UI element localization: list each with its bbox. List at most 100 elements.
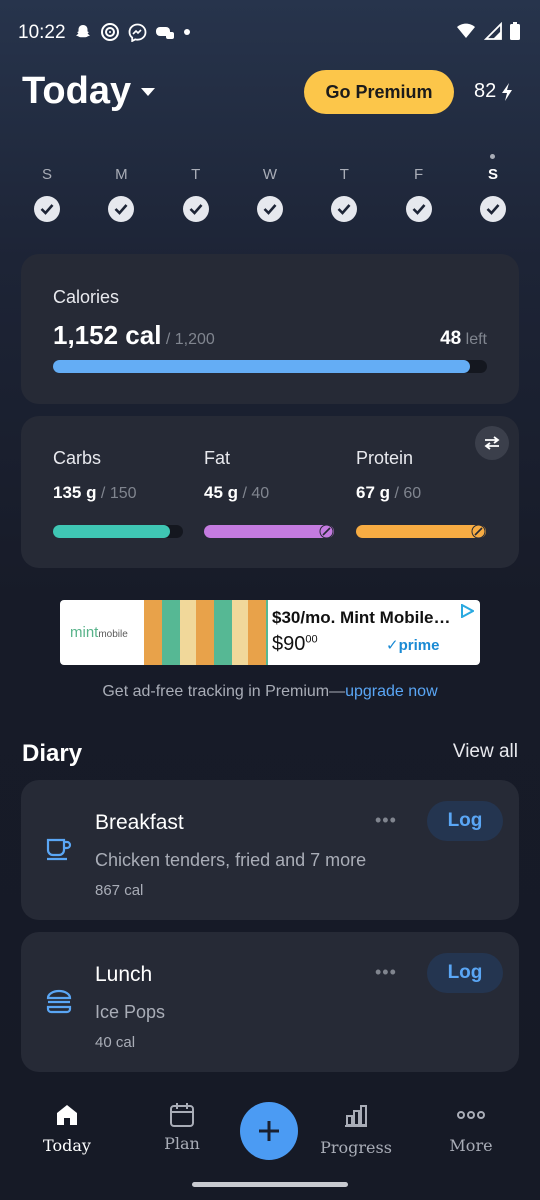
- nav-plan-label: Plan: [164, 1134, 200, 1153]
- today-indicator-dot: [490, 154, 496, 159]
- macro-progress-fill: [204, 525, 334, 538]
- day-letter: S: [487, 166, 498, 183]
- day-letter: F: [414, 166, 424, 183]
- checkmark-icon: [331, 196, 358, 222]
- day-letter: S: [41, 166, 52, 183]
- calories-progress-bar: [53, 360, 487, 373]
- checkmark-icon: [108, 196, 135, 222]
- meal-options-button[interactable]: •••: [375, 962, 397, 983]
- go-premium-button[interactable]: Go Premium: [304, 70, 454, 114]
- calories-label: Calories: [53, 287, 120, 307]
- macro-name: Protein: [356, 448, 414, 468]
- macro-progress-bar: [204, 524, 334, 539]
- ad-price: $9000: [272, 633, 318, 655]
- macro-progress-bar: [53, 525, 183, 538]
- macro-protein: Protein 67 g / 60: [356, 448, 486, 539]
- checkmark-icon: [182, 196, 209, 222]
- nav-plan[interactable]: Plan: [137, 1102, 227, 1153]
- macro-value: 67 g / 60: [356, 483, 422, 502]
- meal-card-breakfast[interactable]: Breakfast ••• Log Chicken tenders, fried…: [21, 780, 519, 920]
- day-letter: T: [339, 166, 349, 183]
- ad-choices-icon[interactable]: [460, 604, 474, 618]
- meal-name: Breakfast: [95, 811, 184, 834]
- calories-progress-fill: [53, 360, 470, 373]
- checkmark-icon: [34, 196, 60, 222]
- premium-upsell: Get ad-free tracking in Premium—upgrade …: [0, 683, 540, 701]
- more-dots-icon: [457, 1111, 485, 1119]
- macro-value: 135 g / 150: [53, 483, 137, 502]
- streak-count: 82: [474, 80, 497, 102]
- checkmark-icon: [479, 196, 506, 222]
- meal-calories: 40 cal: [95, 1034, 136, 1051]
- upsell-text: Get ad-free tracking in Premium—: [102, 683, 346, 700]
- calories-card[interactable]: Calories 1,152 cal / 1,200 48 left: [21, 254, 519, 404]
- day-6[interactable]: S: [478, 150, 508, 222]
- status-system-icons: [456, 22, 520, 40]
- ad-banner[interactable]: mintmobile $30/mo. Mint Mobile… $9000 ✓p…: [60, 600, 480, 665]
- day-2[interactable]: T: [181, 150, 211, 222]
- calories-goal: / 1,200: [161, 331, 215, 348]
- meal-description: Chicken tenders, fried and 7 more: [95, 850, 367, 870]
- calories-left-unit: left: [461, 331, 487, 348]
- meal-card-lunch[interactable]: Lunch ••• Log Ice Pops 40 cal: [21, 932, 519, 1072]
- status-notification-icons: [74, 22, 191, 42]
- gesture-home-indicator[interactable]: [192, 1182, 348, 1187]
- messenger-icon: [128, 23, 147, 42]
- page-title: Today: [22, 70, 132, 112]
- nav-today[interactable]: Today: [22, 1104, 112, 1155]
- macro-carbs: Carbs 135 g / 150: [53, 448, 183, 538]
- nav-more[interactable]: More: [426, 1104, 516, 1155]
- nav-progress-label: Progress: [320, 1138, 392, 1157]
- ad-brand-logo: mintmobile: [70, 624, 128, 641]
- ad-prime-logo: ✓prime: [386, 637, 440, 654]
- wifi-icon: [457, 23, 475, 38]
- calories-consumed: 1,152 cal: [53, 320, 162, 350]
- chevron-down-icon: [141, 87, 156, 96]
- battery-icon: [510, 22, 520, 40]
- week-strip: SMTWTFS: [10, 150, 530, 222]
- log-lunch-button[interactable]: Log: [427, 953, 503, 993]
- macro-value: 45 g / 40: [204, 483, 270, 502]
- calories-value: 1,152 cal / 1,200: [53, 320, 215, 351]
- meal-calories: 867 cal: [95, 882, 144, 899]
- day-0[interactable]: S: [32, 150, 62, 222]
- nav-progress[interactable]: Progress: [311, 1104, 401, 1157]
- day-1[interactable]: M: [106, 150, 136, 222]
- day-letter: M: [115, 166, 128, 183]
- over-goal-icon: [471, 524, 486, 539]
- diary-heading: Diary: [22, 740, 83, 767]
- gamepad-icon: [156, 27, 174, 39]
- calories-remaining: 48 left: [440, 328, 487, 350]
- status-time: 10:22: [18, 22, 66, 43]
- bottom-navigation: Today Plan Progress More: [0, 1088, 540, 1200]
- burger-icon: [46, 989, 72, 1014]
- meal-options-button[interactable]: •••: [375, 810, 397, 831]
- checkmark-icon: [256, 196, 283, 222]
- view-all-link[interactable]: View all: [453, 741, 518, 763]
- day-4[interactable]: T: [329, 150, 359, 222]
- macro-progress-bar: [356, 524, 486, 539]
- coffee-cup-icon: [46, 838, 72, 861]
- signal-icon: [484, 22, 502, 40]
- date-selector[interactable]: Today: [22, 70, 157, 113]
- nav-today-label: Today: [43, 1136, 91, 1155]
- calendar-icon: [170, 1103, 194, 1127]
- home-icon: [57, 1105, 77, 1125]
- nav-more-label: More: [449, 1136, 493, 1155]
- ad-image: [144, 600, 268, 665]
- calories-left-value: 48: [440, 328, 462, 349]
- day-5[interactable]: F: [404, 150, 434, 222]
- over-goal-icon: [319, 524, 334, 539]
- bar-chart-icon: [345, 1105, 367, 1127]
- log-breakfast-button[interactable]: Log: [427, 801, 503, 841]
- macros-card[interactable]: Carbs 135 g / 150 Fat 45 g / 40 Protein 67 g …: [21, 416, 519, 568]
- checkmark-icon: [405, 196, 432, 222]
- snapchat-icon: [76, 25, 90, 38]
- streak-counter[interactable]: 82: [474, 80, 514, 103]
- ad-headline: $30/mo. Mint Mobile…: [272, 608, 451, 627]
- upgrade-now-link[interactable]: upgrade now: [345, 683, 438, 700]
- add-food-button[interactable]: [240, 1102, 298, 1160]
- day-3[interactable]: W: [255, 150, 285, 222]
- macro-progress-fill: [356, 525, 486, 538]
- threads-icon: [101, 23, 119, 41]
